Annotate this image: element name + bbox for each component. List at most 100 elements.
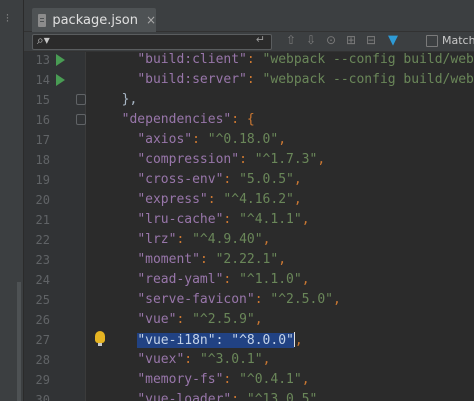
code-punctuation: },: [121, 92, 138, 107]
filter-search-results-icon[interactable]: ⊟: [366, 33, 376, 47]
code-line[interactable]: 13 "build:client": "webpack --config bui…: [24, 50, 474, 70]
json-value: "^4.16.2": [223, 192, 294, 207]
code-text: "lru-cache": "^4.1.1",: [106, 212, 309, 227]
code-line[interactable]: 26 "vue": "^2.5.9",: [24, 310, 474, 330]
code-text: "express": "^4.16.2",: [106, 192, 301, 207]
add-selection-icon[interactable]: ⊞: [346, 33, 356, 47]
code-line[interactable]: 19 "cross-env": "5.0.5",: [24, 170, 474, 190]
json-value: "^2.5.0": [270, 292, 333, 307]
json-separator: ,: [301, 372, 310, 387]
json-key: "vue-loader": [137, 392, 232, 401]
json-colon: :: [231, 392, 247, 401]
json-file-icon: [38, 13, 47, 27]
code-editor[interactable]: 13 "build:client": "webpack --config bui…: [24, 52, 474, 401]
structure-icon[interactable]: ⫶: [6, 12, 18, 25]
previous-occurrence-icon[interactable]: ⇧: [286, 33, 296, 47]
json-colon: :: [184, 352, 200, 367]
json-separator: ,: [278, 252, 287, 267]
code-line[interactable]: 28 "vuex": "^3.0.1",: [24, 350, 474, 370]
left-tool-strip: ⫶: [0, 0, 24, 401]
json-value: "^0.18.0": [207, 132, 279, 147]
json-colon: :: [199, 252, 216, 267]
tab-label: package.json: [52, 12, 138, 28]
intention-bulb-icon[interactable]: [95, 331, 105, 346]
line-number: 29: [35, 373, 50, 387]
json-value: "2.22.1": [215, 252, 279, 267]
json-value: "5.0.5": [239, 172, 294, 187]
json-key: "dependencies": [121, 112, 232, 127]
next-occurrence-icon[interactable]: ⇩: [306, 33, 316, 47]
json-colon: :: [176, 232, 193, 247]
json-value: "^4.9.40": [192, 232, 263, 247]
json-key: "memory-fs": [137, 372, 224, 387]
json-key: "vuex": [137, 352, 185, 367]
line-number: 15: [35, 93, 50, 107]
fold-marker-icon[interactable]: [76, 94, 86, 105]
search-field: ⌕▾ ↵: [32, 33, 272, 50]
tab-package-json[interactable]: package.json ×: [32, 8, 156, 32]
editor-tab-bar: package.json ×: [24, 0, 474, 32]
line-number: 26: [35, 313, 50, 327]
code-line[interactable]: 23 "moment": "2.22.1",: [24, 250, 474, 270]
run-script-icon[interactable]: [56, 74, 65, 86]
code-line[interactable]: 20 "express": "^4.16.2",: [24, 190, 474, 210]
code-line[interactable]: 30 "vue-loader": "^13.0.5",: [24, 390, 474, 401]
line-number: 22: [35, 233, 50, 247]
fold-marker-icon[interactable]: [76, 114, 86, 125]
match-case-label: Match: [442, 34, 474, 47]
select-all-occurrences-icon[interactable]: ⊙: [326, 33, 336, 47]
filter-icon[interactable]: ▼: [388, 33, 398, 48]
code-text: "serve-favicon": "^2.5.0",: [106, 292, 341, 307]
json-key: "serve-favicon": [137, 292, 255, 307]
json-key: "build:server": [137, 72, 247, 87]
tab-close-icon[interactable]: ×: [146, 13, 156, 27]
json-value: "^13.0.5": [246, 392, 318, 401]
code-text: "compression": "^1.7.3",: [106, 152, 325, 167]
json-separator: ,: [317, 152, 326, 167]
json-key: "cross-env": [137, 172, 224, 187]
text-selection: "vue-i18n": "^8.0.0": [137, 333, 294, 348]
code-line[interactable]: 22 "lrz": "^4.9.40",: [24, 230, 474, 250]
json-value: "^1.7.3": [254, 152, 318, 167]
json-key: "lrz": [137, 232, 177, 247]
code-line[interactable]: 16 "dependencies": {: [24, 110, 474, 130]
json-value: "^3.0.1": [199, 352, 263, 367]
search-icon[interactable]: ⌕▾: [37, 33, 50, 48]
code-line[interactable]: 21 "lru-cache": "^4.1.1",: [24, 210, 474, 230]
code-line[interactable]: 18 "compression": "^1.7.3",: [24, 150, 474, 170]
line-number: 18: [35, 153, 50, 167]
json-separator: ,: [294, 333, 303, 348]
code-line[interactable]: 14 "build:server": "webpack --config bui…: [24, 70, 474, 90]
json-key: "lru-cache": [137, 212, 224, 227]
json-separator: ,: [262, 232, 271, 247]
code-line[interactable]: 25 "serve-favicon": "^2.5.0",: [24, 290, 474, 310]
new-line-icon[interactable]: ↵: [256, 33, 265, 46]
match-case-checkbox[interactable]: Match: [426, 34, 474, 47]
json-value: "^2.5.9": [192, 312, 255, 327]
code-line[interactable]: 29 "memory-fs": "^0.4.1",: [24, 370, 474, 390]
search-input[interactable]: [59, 35, 239, 49]
json-colon: :: [254, 292, 271, 307]
line-number: 21: [35, 213, 50, 227]
code-line[interactable]: 17 "axios": "^0.18.0",: [24, 130, 474, 150]
code-text: "lrz": "^4.9.40",: [106, 232, 270, 247]
run-script-icon[interactable]: [56, 54, 65, 66]
json-colon: :: [223, 372, 240, 387]
line-number: 30: [35, 393, 50, 401]
json-key: "read-yaml": [137, 272, 224, 287]
checkbox-box[interactable]: [426, 34, 438, 47]
code-text: "vue-i18n": "^8.0.0",: [106, 332, 303, 348]
line-number: 14: [35, 73, 50, 87]
json-key: "moment": [137, 252, 200, 267]
json-key: "build:client": [137, 52, 247, 67]
json-colon: :: [207, 192, 224, 207]
json-colon: :: [239, 152, 255, 167]
code-line[interactable]: 27 "vue-i18n": "^8.0.0",: [24, 330, 474, 350]
code-text: },: [106, 92, 138, 107]
line-number: 16: [35, 113, 50, 127]
json-colon: :: [192, 132, 208, 147]
code-line[interactable]: 24 "read-yaml": "^1.1.0",: [24, 270, 474, 290]
code-line[interactable]: 15 },: [24, 90, 474, 110]
json-value: "webpack --config build/webp: [262, 72, 474, 87]
json-separator: ,: [317, 392, 326, 401]
